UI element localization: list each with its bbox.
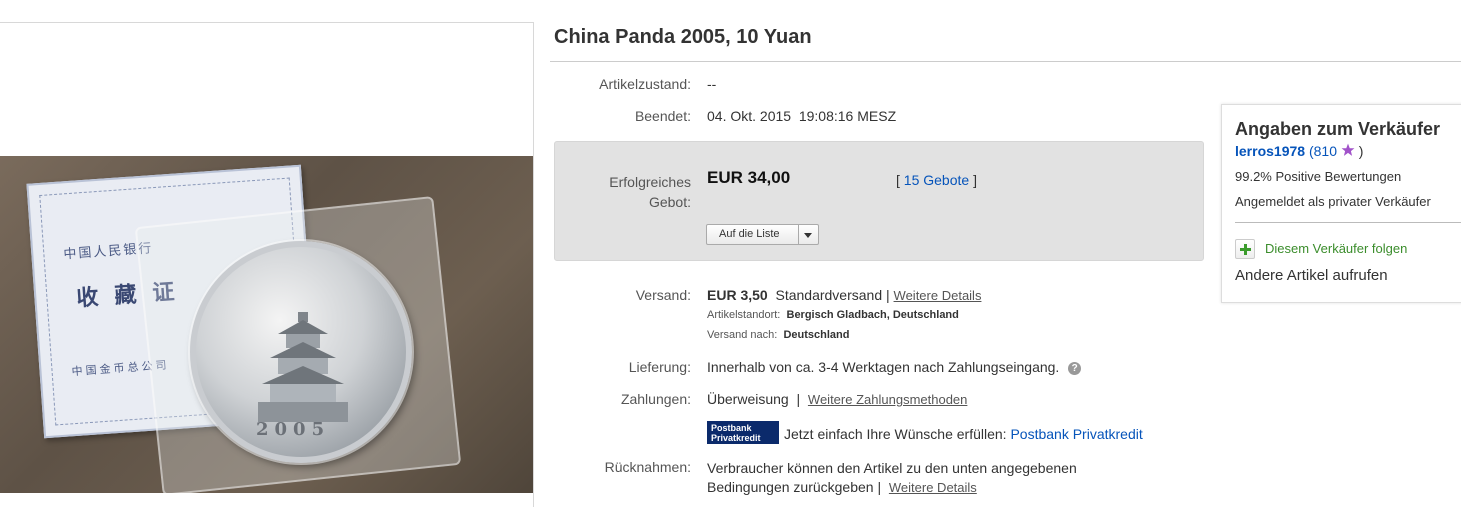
follow-seller-link[interactable]: Diesem Verkäufer folgen <box>1265 241 1407 256</box>
add-to-watchlist-label: Auf die Liste <box>719 228 780 240</box>
seller-divider <box>1235 222 1461 223</box>
ended-label: Beendet: <box>634 108 691 124</box>
item-location: Artikelstandort: Bergisch Gladbach, Deut… <box>707 309 959 321</box>
help-icon[interactable]: ? <box>1068 361 1082 375</box>
item-image-panel[interactable]: 中国人民银行 收藏证 中国金币总公司 2005 <box>0 22 534 507</box>
seller-score-close: ) <box>1358 143 1364 159</box>
shipping-separator: | <box>886 287 890 303</box>
silver-coin: 2005 <box>190 241 412 463</box>
ships-to: Versand nach: Deutschland <box>707 329 849 341</box>
condition-value: -- <box>707 76 717 92</box>
seller-info-box: Angaben zum Verkäufer lerros1978 (810 ) … <box>1221 104 1461 303</box>
returns-text-line1: Verbraucher können den Artikel zu den un… <box>707 460 1077 476</box>
payments-separator: | <box>796 391 801 407</box>
coin-year-text: 2005 <box>256 419 331 440</box>
ships-to-value: Deutschland <box>783 329 850 341</box>
returns-value: Verbraucher können den Artikel zu den un… <box>707 459 1077 497</box>
seller-feedback-score[interactable]: (810 <box>1309 143 1337 159</box>
ended-date: 04. Okt. 2015 <box>707 108 792 124</box>
postbank-logo-line1: Postbank <box>711 423 752 433</box>
seller-positive-feedback: 99.2% Positive Bewertungen <box>1235 169 1402 184</box>
postbank-offer: Jetzt einfach Ihre Wünsche erfüllen: Pos… <box>784 426 1143 442</box>
shipping-value: EUR 3,50 Standardversand | Weitere Detai… <box>707 287 981 303</box>
bid-count-bracket-close: ] <box>973 172 977 188</box>
postbank-offer-text: Jetzt einfach Ihre Wünsche erfüllen: <box>784 426 1007 442</box>
payment-method: Überweisung <box>707 391 789 407</box>
returns-text-line2: Bedingungen zurückgeben | <box>707 479 882 495</box>
item-location-label: Artikelstandort: <box>707 309 781 321</box>
plus-icon[interactable] <box>1235 239 1255 259</box>
shipping-cost: EUR 3,50 <box>707 287 768 303</box>
shipping-method: Standardversand <box>775 287 883 303</box>
delivery-value: Innerhalb von ca. 3-4 Werktagen nach Zah… <box>707 359 1082 375</box>
winning-bid-label-line1: Erfolgreiches <box>609 174 691 190</box>
delivery-label: Lieferung: <box>628 359 691 375</box>
postbank-logo[interactable]: Postbank Privatkredit <box>707 421 779 444</box>
winning-bid-price: EUR 34,00 <box>707 168 791 187</box>
shipping-label: Versand: <box>635 287 691 303</box>
condition-label: Artikelzustand: <box>599 76 691 92</box>
item-location-value: Bergisch Gladbach, Deutschland <box>786 309 959 321</box>
seller-other-items-link[interactable]: Andere Artikel aufrufen <box>1235 267 1388 284</box>
winning-bid-label-line2: Gebot: <box>648 194 691 210</box>
returns-label: Rücknahmen: <box>604 459 691 475</box>
postbank-logo-line2: Privatkredit <box>711 433 761 443</box>
ships-to-label: Versand nach: <box>707 329 778 341</box>
more-payment-methods-link[interactable]: Weitere Zahlungsmethoden <box>808 392 967 407</box>
payments-label: Zahlungen: <box>620 391 691 407</box>
postbank-credit-link[interactable]: Postbank Privatkredit <box>1010 426 1142 442</box>
delivery-text: Innerhalb von ca. 3-4 Werktagen nach Zah… <box>707 359 1060 375</box>
seller-type: Angemeldet als privater Verkäufer <box>1235 194 1431 209</box>
winning-bid-label: Erfolgreiches Gebot: <box>551 172 691 212</box>
seller-name-link[interactable]: lerros1978 <box>1235 143 1305 159</box>
item-photo[interactable]: 中国人民银行 收藏证 中国金币总公司 2005 <box>0 156 533 493</box>
bid-count-bracket-open: [ <box>896 172 900 188</box>
star-icon <box>1341 143 1355 156</box>
chevron-down-icon[interactable] <box>798 225 818 244</box>
title-divider <box>550 61 1461 62</box>
add-to-watchlist-button[interactable]: Auf die Liste <box>706 224 819 245</box>
item-title: China Panda 2005, 10 Yuan <box>554 26 812 48</box>
seller-heading: Angaben zum Verkäufer <box>1235 119 1441 139</box>
temple-of-heaven-icon <box>258 312 348 422</box>
ended-time: 19:08:16 MESZ <box>798 108 897 124</box>
bid-count: [ 15 Gebote ] <box>896 172 977 188</box>
ended-value: 04. Okt. 2015 19:08:16 MESZ <box>707 108 896 124</box>
payments-value: Überweisung | Weitere Zahlungsmethoden <box>707 391 967 407</box>
seller-id-line: lerros1978 (810 ) <box>1235 143 1363 159</box>
bid-history-link[interactable]: 15 Gebote <box>904 172 969 188</box>
returns-details-link[interactable]: Weitere Details <box>889 480 977 495</box>
shipping-details-link[interactable]: Weitere Details <box>894 288 982 303</box>
